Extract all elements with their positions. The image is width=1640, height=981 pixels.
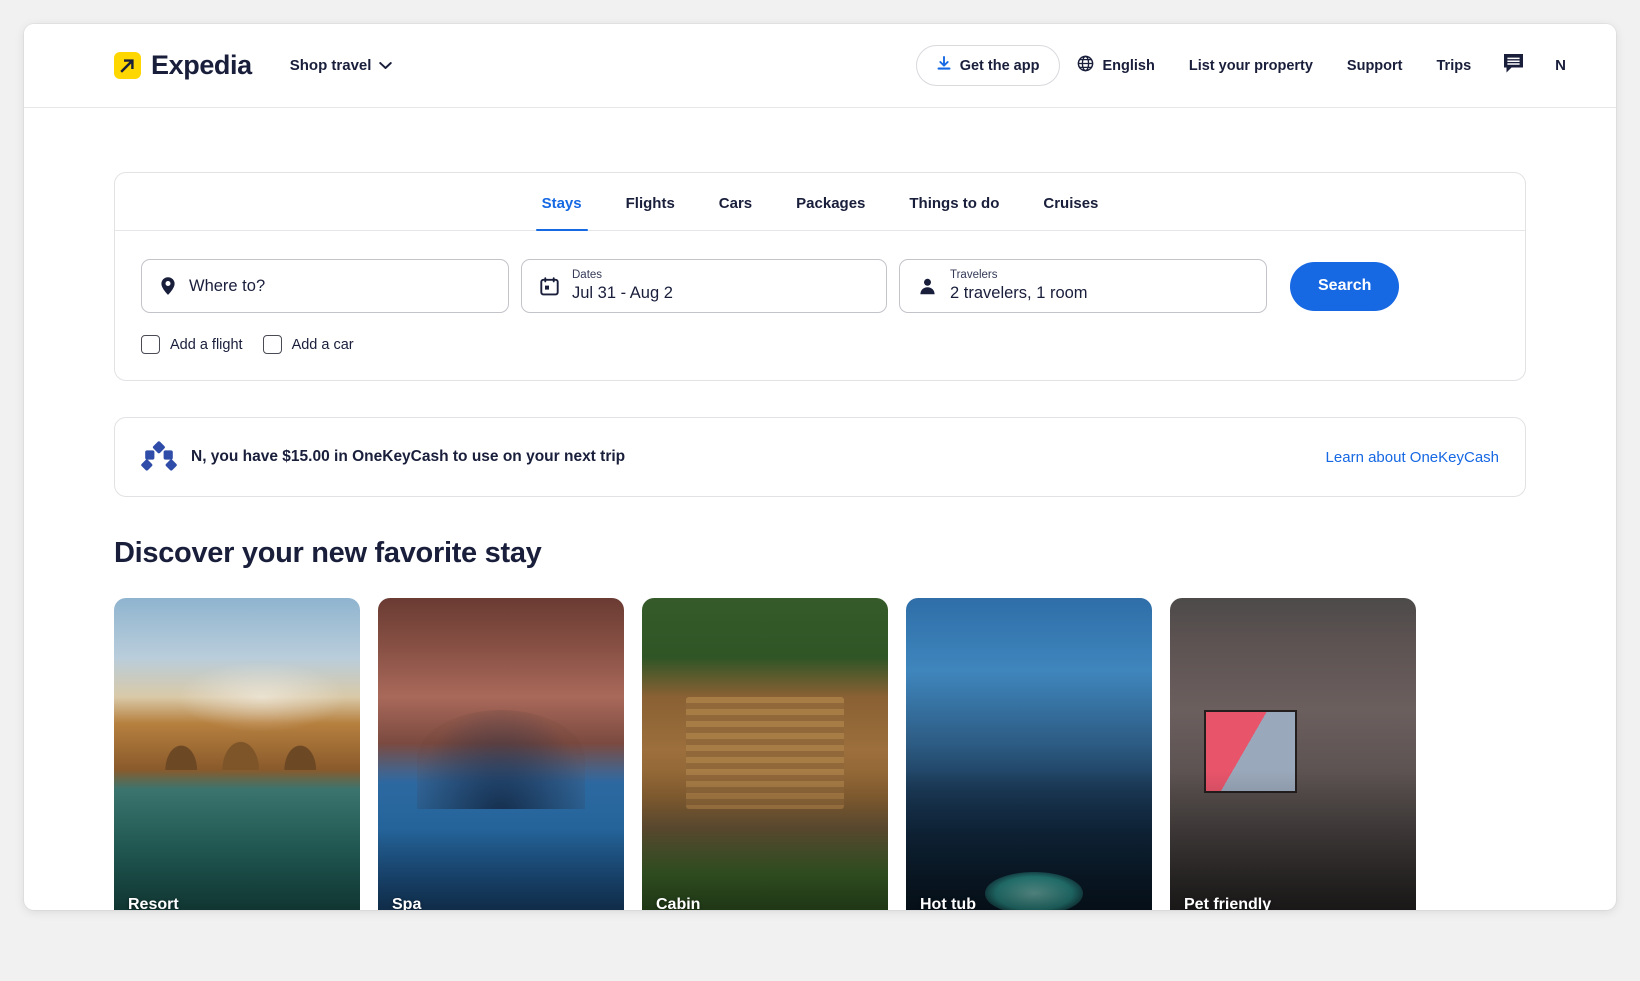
brand-name: Expedia <box>151 50 252 80</box>
tab-cruises[interactable]: Cruises <box>1021 173 1120 230</box>
learn-about-onekeycash-link[interactable]: Learn about OneKeyCash <box>1326 449 1499 466</box>
tab-packages[interactable]: Packages <box>774 173 887 230</box>
dates-value: Jul 31 - Aug 2 <box>572 283 673 302</box>
chat-bubble-icon <box>1502 52 1525 80</box>
expedia-arrow-logo-icon <box>114 52 141 79</box>
calendar-icon <box>540 276 559 296</box>
search-button[interactable]: Search <box>1290 261 1400 311</box>
discover-card-label: Hot tub <box>920 896 976 910</box>
trips-link[interactable]: Trips <box>1420 48 1489 84</box>
expedia-logo[interactable]: Expedia <box>114 50 252 81</box>
discover-cards: Resort Spa Cabin Hot tub Pet friendly <box>114 598 1526 910</box>
tab-stays[interactable]: Stays <box>520 173 604 231</box>
search-options: Add a flight Add a car <box>115 313 1525 380</box>
language-selector[interactable]: English <box>1060 45 1171 86</box>
card-gradient-overlay <box>642 769 888 910</box>
checkbox-box <box>262 335 282 354</box>
one-key-diamonds-icon <box>137 440 181 474</box>
tab-flights[interactable]: Flights <box>604 173 697 230</box>
card-gradient-overlay <box>378 769 624 910</box>
get-the-app-label: Get the app <box>959 57 1040 74</box>
messages-button[interactable] <box>1488 42 1539 90</box>
discover-card-label: Resort <box>128 896 179 910</box>
add-a-flight-label: Add a flight <box>170 336 243 353</box>
destination-placeholder: Where to? <box>189 276 266 295</box>
discover-card-label: Pet friendly <box>1184 896 1272 910</box>
checkbox-box <box>141 335 160 354</box>
travelers-input[interactable]: Travelers 2 travelers, 1 room <box>899 259 1267 313</box>
globe-icon <box>1077 55 1094 76</box>
travelers-label: Travelers <box>950 269 998 282</box>
tab-things-to-do[interactable]: Things to do <box>887 173 1021 230</box>
person-icon <box>918 277 937 296</box>
account-avatar[interactable]: N <box>1539 47 1578 84</box>
language-label: English <box>1102 57 1155 74</box>
add-a-flight-checkbox[interactable]: Add a flight <box>141 335 243 354</box>
add-a-car-checkbox[interactable]: Add a car <box>262 335 354 354</box>
download-icon <box>937 56 951 75</box>
discover-card-resort[interactable]: Resort <box>114 598 360 910</box>
expedia-page: Expedia Shop travel Get the app English … <box>24 24 1616 910</box>
dates-label: Dates <box>572 269 603 282</box>
discover-card-cabin[interactable]: Cabin <box>642 598 888 910</box>
onekey-message: N, you have $15.00 in OneKeyCash to use … <box>191 448 626 465</box>
search-tabs: Stays Flights Cars Packages Things to do… <box>115 173 1525 231</box>
card-gradient-overlay <box>1170 769 1416 910</box>
site-header: Expedia Shop travel Get the app English … <box>24 24 1616 108</box>
dates-input[interactable]: Dates Jul 31 - Aug 2 <box>521 259 887 313</box>
discover-section-title: Discover your new favorite stay <box>114 537 542 569</box>
discover-card-pet-friendly[interactable]: Pet friendly <box>1170 598 1416 910</box>
discover-card-spa[interactable]: Spa <box>378 598 624 910</box>
discover-card-hot-tub[interactable]: Hot tub <box>906 598 1152 910</box>
chevron-down-icon <box>379 57 393 74</box>
location-pin-icon <box>160 276 176 296</box>
discover-card-label: Spa <box>392 896 422 910</box>
discover-card-label: Cabin <box>656 896 701 910</box>
support-link[interactable]: Support <box>1330 48 1420 84</box>
card-gradient-overlay <box>114 769 360 910</box>
onekey-cash-banner: N, you have $15.00 in OneKeyCash to use … <box>114 417 1526 497</box>
get-the-app-button[interactable]: Get the app <box>915 45 1061 86</box>
header-nav: Get the app English List your property S… <box>915 42 1578 90</box>
search-form-row: Where to? Dates Jul 31 - Aug 2 Travelers… <box>115 231 1525 313</box>
destination-input[interactable]: Where to? <box>141 259 509 313</box>
travelers-value: 2 travelers, 1 room <box>950 283 1088 302</box>
tab-cars[interactable]: Cars <box>697 173 774 230</box>
search-widget: Stays Flights Cars Packages Things to do… <box>114 172 1526 381</box>
list-your-property-link[interactable]: List your property <box>1172 48 1330 84</box>
shop-travel-menu[interactable]: Shop travel <box>290 57 393 74</box>
card-gradient-overlay <box>906 769 1152 910</box>
add-a-car-label: Add a car <box>291 336 354 353</box>
main-content: Stays Flights Cars Packages Things to do… <box>24 108 1616 910</box>
shop-travel-label: Shop travel <box>289 57 372 74</box>
